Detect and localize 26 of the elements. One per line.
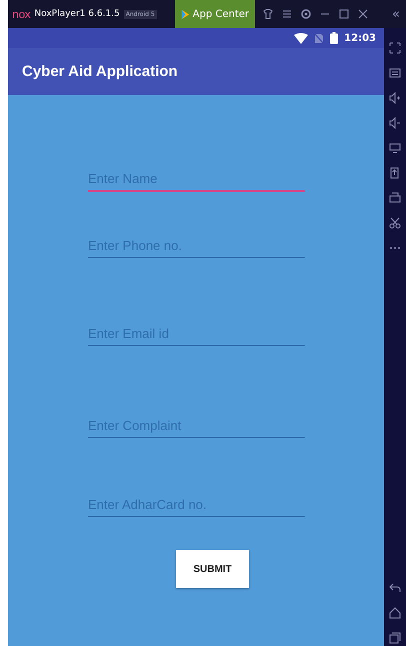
maximize-icon[interactable] — [338, 8, 350, 20]
scissors-icon[interactable] — [389, 217, 401, 229]
submit-button[interactable]: SUBMIT — [176, 550, 249, 588]
recents-icon[interactable] — [389, 632, 401, 644]
emulator-title: NoxPlayer1 6.6.1.5 — [34, 9, 120, 19]
volume-up-icon[interactable] — [389, 92, 401, 104]
emulator-logo: nox — [12, 8, 30, 20]
wifi-icon — [294, 32, 308, 44]
shirt-icon[interactable] — [262, 8, 274, 20]
collapse-button[interactable]: « — [386, 6, 406, 22]
app-center-button[interactable]: App Center — [174, 0, 256, 28]
keyboard-icon[interactable] — [389, 67, 401, 79]
battery-icon — [330, 32, 338, 44]
fullscreen-icon[interactable] — [389, 42, 401, 54]
monitor-icon[interactable] — [389, 142, 401, 154]
status-time: 12:03 — [344, 32, 376, 44]
home-icon[interactable] — [389, 607, 401, 619]
menu-icon[interactable] — [281, 8, 294, 20]
close-icon[interactable] — [357, 8, 370, 20]
back-icon[interactable] — [389, 582, 401, 594]
app-title: Cyber Aid Application — [22, 63, 178, 80]
play-store-icon — [180, 10, 190, 18]
settings-icon[interactable] — [300, 8, 312, 20]
no-sim-icon — [314, 32, 324, 44]
volume-down-icon[interactable] — [389, 117, 401, 129]
import-icon[interactable] — [389, 167, 401, 179]
